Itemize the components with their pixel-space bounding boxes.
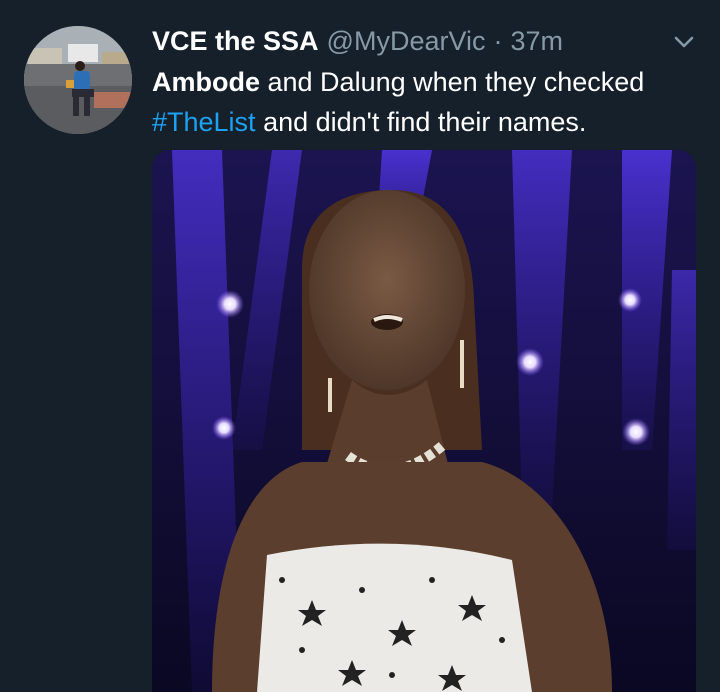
tweet-text-part: and Dalung when they checked xyxy=(260,67,645,97)
media-image xyxy=(152,150,696,692)
user-handle[interactable]: @MyDearVic xyxy=(327,26,486,57)
tweet-card[interactable]: VCE the SSA @MyDearVic · 37m Ambode and … xyxy=(0,0,720,692)
avatar[interactable] xyxy=(24,26,132,134)
tweet-header: VCE the SSA @MyDearVic · 37m xyxy=(152,26,563,56)
tweet-media[interactable] xyxy=(152,150,696,692)
avatar-image xyxy=(24,26,132,134)
tweet-text: Ambode and Dalung when they checked #TheL… xyxy=(152,62,700,142)
display-name[interactable]: VCE the SSA xyxy=(152,26,319,57)
chevron-down-icon[interactable] xyxy=(672,32,696,52)
hashtag-link[interactable]: #TheList xyxy=(152,107,256,137)
tweet-text-part: and didn't find their names. xyxy=(255,107,587,137)
mention-text: Ambode xyxy=(152,67,260,97)
timestamp[interactable]: 37m xyxy=(511,26,564,57)
separator-dot: · xyxy=(493,26,503,56)
